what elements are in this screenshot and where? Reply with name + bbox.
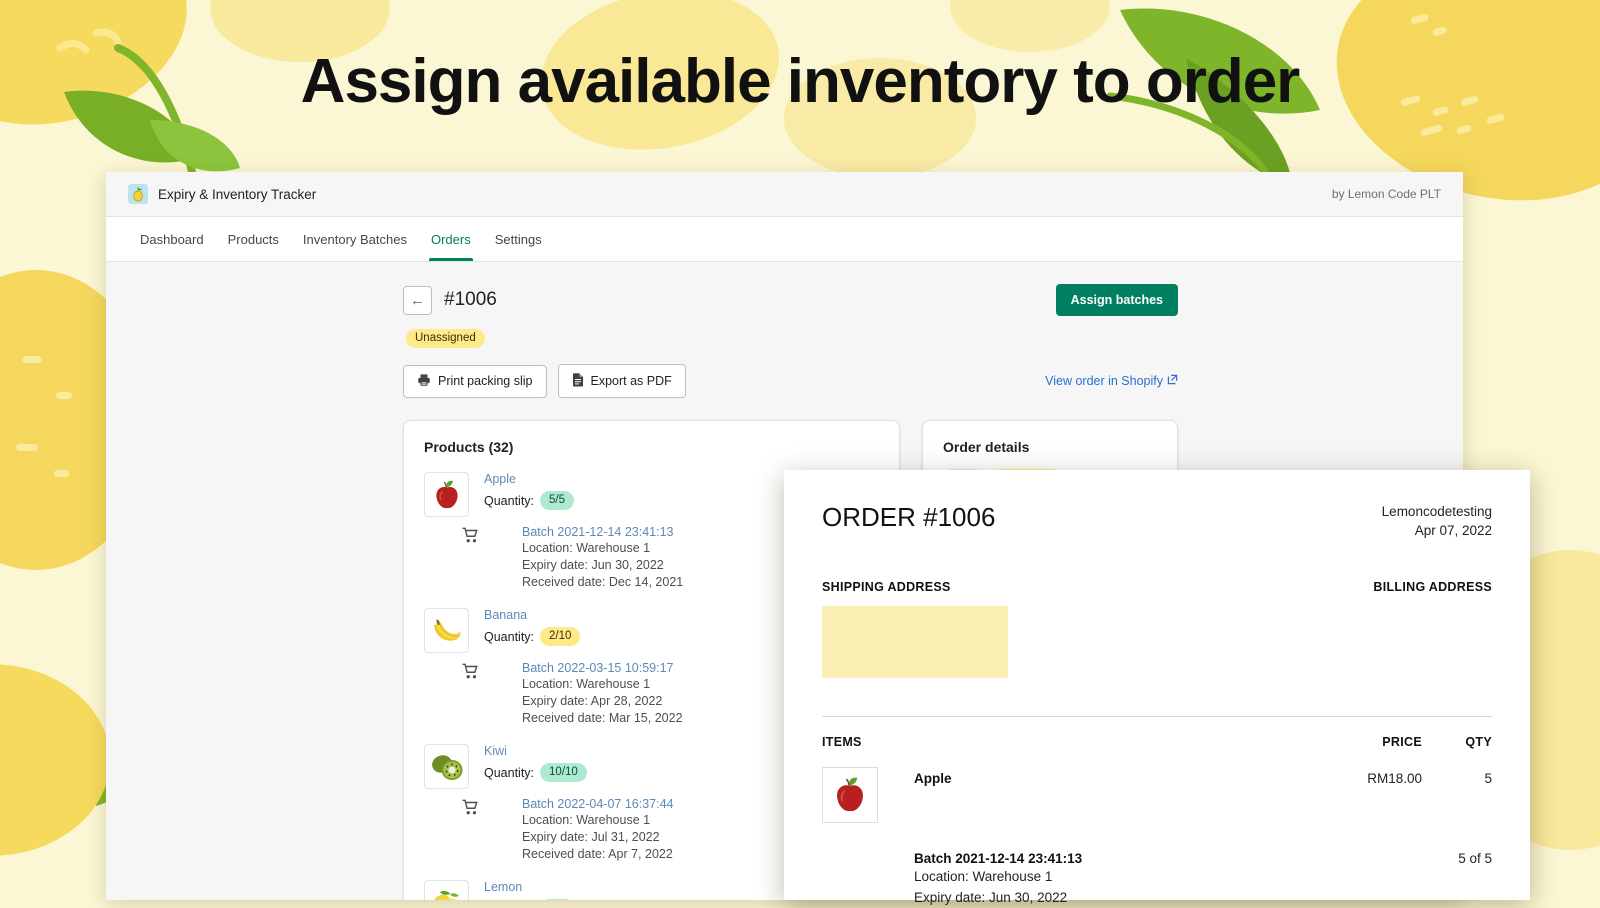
lemon-icon (424, 880, 469, 900)
nav-item-orders[interactable]: Orders (419, 217, 483, 261)
nav-label: Settings (495, 232, 542, 247)
pdf-billing-address: BILLING ADDRESS (1373, 580, 1492, 678)
pdf-billing-label: BILLING ADDRESS (1373, 580, 1492, 594)
nav-item-products[interactable]: Products (216, 217, 291, 261)
batch-title[interactable]: Batch 2022-03-15 10:59:17 (522, 661, 674, 676)
quantity-label: Quantity: (484, 630, 534, 644)
order-status-row: Unassigned (406, 328, 1178, 348)
pdf-preview-overlay: ORDER #1006 Lemoncodetesting Apr 07, 202… (784, 470, 1530, 900)
cart-icon (462, 661, 484, 727)
product-name[interactable]: Apple (484, 472, 574, 486)
batch-title[interactable]: Batch 2022-04-07 16:37:44 (522, 797, 674, 812)
kiwi-icon (424, 744, 469, 789)
page-headline: Assign available inventory to order (0, 46, 1600, 117)
nav-label: Products (228, 232, 279, 247)
pdf-divider (822, 716, 1492, 717)
app-byline: by Lemon Code PLT (1332, 187, 1441, 201)
order-actions: Print packing slip Export as PDF (403, 364, 1178, 398)
cart-icon (462, 525, 484, 591)
export-as-pdf-label: Export as PDF (591, 374, 672, 388)
product-quantity: Quantity: 10/10 (484, 763, 587, 782)
export-as-pdf-button[interactable]: Export as PDF (558, 364, 686, 398)
banana-icon (424, 608, 469, 653)
nav-label: Dashboard (140, 232, 204, 247)
pdf-items-header: ITEMS PRICE QTY (822, 735, 1492, 749)
pdf-col-qty: QTY (1422, 735, 1492, 749)
status-badge: Unassigned (406, 329, 485, 348)
pdf-batch-count: 5 of 5 (1458, 851, 1492, 908)
back-button[interactable]: ← (403, 286, 432, 315)
cart-icon (462, 797, 484, 863)
pdf-order-title: ORDER #1006 (822, 502, 995, 533)
products-card-title: Products (32) (424, 439, 879, 455)
order-header: ← #1006 Assign batches (403, 284, 1178, 316)
arrow-left-icon: ← (410, 292, 425, 309)
assign-batches-button[interactable]: Assign batches (1056, 284, 1178, 316)
pdf-shipping-label: SHIPPING ADDRESS (822, 580, 1008, 594)
printer-icon (417, 373, 431, 390)
product-name[interactable]: Kiwi (484, 744, 587, 758)
quantity-label: Quantity: (484, 494, 534, 508)
pdf-item-price: RM18.00 (1302, 767, 1422, 786)
nav-item-inventory-batches[interactable]: Inventory Batches (291, 217, 419, 261)
pdf-item-row: Apple RM18.00 5 (822, 767, 1492, 823)
pdf-order-date: Apr 07, 2022 (1382, 521, 1492, 540)
pdf-batch-body: Batch 2021-12-14 23:41:13 Location: Ware… (914, 851, 1458, 908)
batch-title[interactable]: Batch 2021-12-14 23:41:13 (522, 525, 674, 540)
pdf-col-price: PRICE (1302, 735, 1422, 749)
apple-icon (424, 472, 469, 517)
view-order-in-shopify-link[interactable]: View order in Shopify (1045, 374, 1178, 388)
lemon-icon (128, 184, 148, 204)
quantity-badge: 10/10 (540, 763, 587, 782)
pdf-batch-row: Batch 2021-12-14 23:41:13 Location: Ware… (822, 851, 1492, 908)
order-number: #1006 (444, 289, 497, 311)
app-nav: Dashboard Products Inventory Batches Ord… (106, 217, 1463, 262)
quantity-label: Quantity: (484, 766, 534, 780)
app-header: Expiry & Inventory Tracker by Lemon Code… (106, 172, 1463, 217)
apple-icon (822, 767, 878, 823)
external-link-icon (1167, 374, 1178, 388)
pdf-shop-meta: Lemoncodetesting Apr 07, 2022 (1382, 502, 1492, 540)
document-icon (572, 372, 584, 390)
print-packing-slip-button[interactable]: Print packing slip (403, 365, 547, 398)
pdf-item-qty: 5 (1422, 767, 1492, 786)
pdf-shop-name: Lemoncodetesting (1382, 502, 1492, 521)
quantity-badge: 5/5 (540, 491, 574, 510)
quantity-badge: 2/10 (540, 627, 580, 646)
print-packing-slip-label: Print packing slip (438, 374, 533, 388)
redacted-address-block (822, 606, 1008, 678)
nav-label: Inventory Batches (303, 232, 407, 247)
product-quantity: Quantity: 5/5 (484, 491, 574, 510)
order-details-title: Order details (943, 439, 1157, 455)
product-quantity: Quantity: 2/10 (484, 627, 580, 646)
pdf-item-name: Apple (914, 767, 1302, 786)
nav-label: Orders (431, 232, 471, 247)
pdf-shipping-address: SHIPPING ADDRESS (822, 580, 1008, 678)
nav-item-settings[interactable]: Settings (483, 217, 554, 261)
pdf-col-items: ITEMS (822, 735, 1302, 749)
pdf-addresses: SHIPPING ADDRESS BILLING ADDRESS (822, 580, 1492, 678)
pdf-batch-location: Location: Warehouse 1 (914, 866, 1458, 887)
pdf-header: ORDER #1006 Lemoncodetesting Apr 07, 202… (822, 502, 1492, 540)
pdf-batch-title: Batch 2021-12-14 23:41:13 (914, 851, 1458, 866)
product-name[interactable]: Lemon (484, 880, 574, 894)
pdf-batch-expiry: Expiry date: Jun 30, 2022 (914, 887, 1458, 908)
shopify-link-label: View order in Shopify (1045, 374, 1163, 388)
product-name[interactable]: Banana (484, 608, 580, 622)
nav-item-dashboard[interactable]: Dashboard (128, 217, 216, 261)
app-title: Expiry & Inventory Tracker (158, 187, 316, 202)
